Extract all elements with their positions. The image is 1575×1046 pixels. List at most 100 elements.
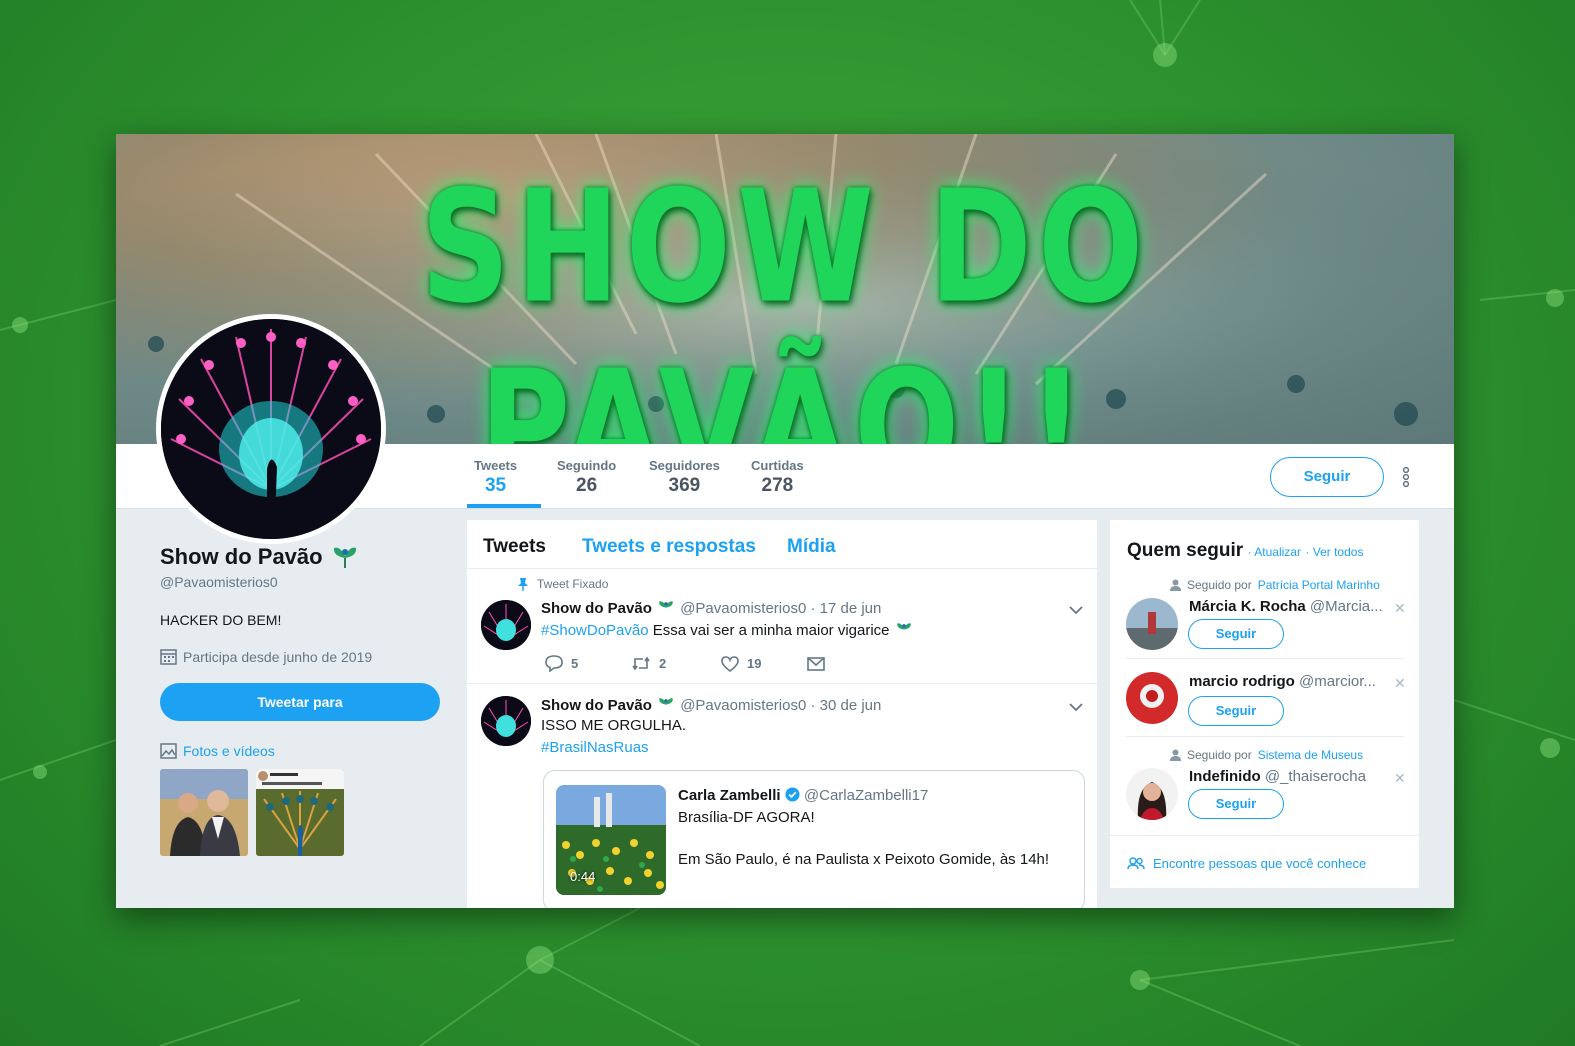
pin-icon [518, 578, 528, 591]
media-thumbnail[interactable] [256, 769, 344, 856]
message-action[interactable] [807, 656, 825, 671]
suggestion-display-name[interactable]: marcio rodrigo [1189, 673, 1295, 690]
dismiss-close-icon[interactable]: ✕ [1394, 600, 1406, 617]
who-to-follow-title: Quem seguir [1127, 540, 1244, 561]
find-people-link[interactable]: Encontre pessoas que você conhece [1127, 856, 1366, 871]
video-thumbnail[interactable]: 0:44 [556, 785, 666, 895]
retweet-count: 2 [659, 656, 667, 671]
more-options-icon[interactable] [1399, 466, 1413, 488]
suggestion-handle[interactable]: @_thaiserocha [1265, 768, 1366, 785]
person-icon [1170, 579, 1181, 591]
photos-videos-link[interactable]: Fotos e vídeos [160, 743, 450, 759]
tweet-body: Essa vai ser a minha maior vigarice [652, 622, 890, 639]
dismiss-close-icon[interactable]: ✕ [1394, 675, 1406, 692]
tweet-date[interactable]: · 17 de jun [810, 600, 881, 617]
tweet-item[interactable]: Tweet Fixado Show do Pavão @Pavaomisteri… [467, 569, 1097, 684]
photo-two-people [160, 769, 248, 856]
who-to-follow-header: Quem seguir · Atualizar · Ver todos [1127, 540, 1363, 562]
photos-videos-label: Fotos e vídeos [183, 743, 275, 759]
suggestion-avatar[interactable] [1126, 598, 1178, 650]
tweet-avatar[interactable] [481, 696, 531, 746]
like-count: 19 [747, 656, 762, 671]
context-link[interactable]: Patrícia Portal Marinho [1258, 578, 1380, 592]
tweet-author-name[interactable]: Show do Pavão [541, 600, 652, 617]
people-icon [1127, 857, 1145, 870]
tweet-item[interactable]: Show do Pavão @Pavaomisterios0 · 30 de j… [467, 684, 1097, 908]
suggestion-display-name[interactable]: Márcia K. Rocha [1189, 598, 1306, 615]
retweet-icon [632, 656, 650, 671]
stat-value: 278 [761, 475, 794, 496]
pinned-label: Tweet Fixado [537, 577, 609, 591]
stat-label: Curtidas [751, 458, 804, 473]
reply-count: 5 [571, 656, 579, 671]
suggestion-handle[interactable]: @Marcia... [1310, 598, 1383, 615]
reply-icon [545, 655, 563, 672]
quoted-text-line1: Brasília-DF AGORA! [678, 809, 815, 826]
active-stat-indicator [467, 504, 541, 508]
suggestion-display-name[interactable]: Indefinido [1189, 768, 1261, 785]
tab-tweets-replies[interactable]: Tweets e respostas [582, 536, 756, 558]
video-duration: 0:44 [570, 869, 596, 884]
tweet-to-button[interactable]: Tweetar para [160, 683, 440, 721]
user-photo [1126, 768, 1178, 820]
follow-button[interactable]: Seguir [1270, 457, 1384, 497]
suggestion-name: Márcia K. Rocha @Marcia... [1189, 598, 1383, 615]
peacock-icon [659, 601, 673, 608]
tweet-body: ISSO ME ORGULHA. [541, 717, 687, 734]
peacock-icon [333, 547, 356, 568]
context-text: Seguido por [1187, 578, 1252, 592]
view-all-link[interactable]: · Ver todos [1305, 545, 1363, 559]
heart-icon [721, 655, 739, 672]
timeline-tabs: Tweets Tweets e respostas Mídia [467, 520, 1097, 569]
tweet-avatar[interactable] [481, 600, 531, 650]
dismiss-close-icon[interactable]: ✕ [1394, 770, 1406, 787]
chevron-down-icon[interactable] [1069, 702, 1083, 712]
refresh-link[interactable]: · Atualizar [1248, 545, 1301, 559]
chevron-down-icon[interactable] [1069, 605, 1083, 615]
hashtag-link[interactable]: #ShowDoPavão [541, 622, 649, 639]
tweet-author-handle[interactable]: @Pavaomisterios0 [680, 697, 806, 714]
quoted-author-handle[interactable]: @CarlaZambelli17 [804, 787, 928, 804]
follow-suggestion-button[interactable]: Seguir [1188, 696, 1284, 726]
reply-action[interactable]: 5 [545, 655, 631, 672]
follow-suggestion-button[interactable]: Seguir [1188, 789, 1284, 819]
suggestion-avatar[interactable] [1126, 672, 1178, 724]
tweet-author-handle[interactable]: @Pavaomisterios0 [680, 600, 806, 617]
like-action[interactable]: 19 [721, 655, 807, 672]
profile-sidebar: Show do Pavão @Pavaomisterios0 HACKER DO… [160, 544, 450, 856]
suggestion-handle[interactable]: @marcior... [1299, 673, 1376, 690]
profile-join-date: Participa desde junho de 2019 [160, 648, 450, 665]
divider [1126, 736, 1404, 737]
hashtag-link[interactable]: #BrasilNasRuas [541, 739, 649, 756]
media-thumbnail[interactable] [160, 769, 248, 856]
twitter-profile-window: SHOW DO PAVÃO!! Tweets 35 Seguindo 26 Se… [116, 134, 1454, 908]
follow-suggestion-button[interactable]: Seguir [1188, 619, 1284, 649]
retweet-action[interactable]: 2 [631, 656, 721, 671]
tweet-date[interactable]: · 30 de jun [810, 697, 881, 714]
context-link[interactable]: Sistema de Museus [1258, 748, 1363, 762]
tweet-text: #ShowDoPavão Essa vai ser a minha maior … [541, 621, 914, 639]
quoted-author-name[interactable]: Carla Zambelli [678, 787, 781, 804]
peacock-avatar-image [481, 696, 531, 746]
pinned-indicator: Tweet Fixado [517, 577, 608, 591]
tab-media[interactable]: Mídia [787, 536, 836, 558]
tweet-header: Show do Pavão @Pavaomisterios0 · 17 de j… [541, 599, 881, 617]
stat-label: Tweets [474, 458, 518, 473]
suggestion-avatar[interactable] [1126, 768, 1178, 820]
suggestion-name: Indefinido @_thaiserocha [1189, 768, 1366, 785]
stat-tweets[interactable]: Tweets 35 [474, 458, 517, 497]
stat-value: 35 [484, 475, 507, 496]
profile-avatar[interactable] [156, 314, 386, 544]
quoted-tweet[interactable]: 0:44 Carla Zambelli @CarlaZambelli17 Bra… [543, 770, 1085, 908]
stat-followers[interactable]: Seguidores 369 [649, 458, 720, 497]
stat-likes[interactable]: Curtidas 278 [751, 458, 804, 497]
quoted-tweet-header: Carla Zambelli @CarlaZambelli17 [678, 787, 928, 804]
tab-tweets[interactable]: Tweets [483, 536, 546, 558]
profile-name[interactable]: Show do Pavão [160, 544, 323, 570]
who-to-follow-panel: Quem seguir · Atualizar · Ver todos Segu… [1110, 520, 1419, 888]
photo-peacock-tweet [256, 769, 344, 856]
stat-following[interactable]: Seguindo 26 [557, 458, 616, 497]
tweet-header: Show do Pavão @Pavaomisterios0 · 30 de j… [541, 696, 881, 714]
divider [1126, 658, 1404, 659]
tweet-author-name[interactable]: Show do Pavão [541, 697, 652, 714]
